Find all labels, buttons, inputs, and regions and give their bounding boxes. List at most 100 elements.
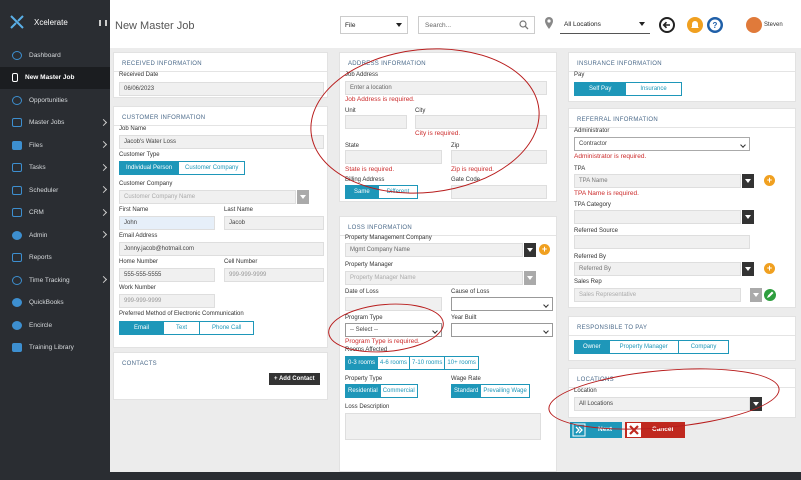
referred-by-field[interactable]: Referred By xyxy=(574,262,741,276)
referred-by-dropdown[interactable] xyxy=(742,262,754,276)
sidebar-item-quickbooks[interactable]: QuickBooks xyxy=(0,292,110,315)
customer-company-field[interactable]: Customer Company Name xyxy=(119,190,296,204)
sales-rep-dropdown[interactable] xyxy=(750,288,762,302)
work-number-field[interactable]: 999-999-9999 xyxy=(119,294,215,308)
referred-source-label: Referred Source xyxy=(574,228,619,234)
received-date-field[interactable]: 06/06/2023 xyxy=(119,82,324,96)
email-label: Email Address xyxy=(119,233,158,239)
sidebar-item-time-tracking[interactable]: Time Tracking xyxy=(0,269,110,292)
property-manager-option[interactable]: Property Manager xyxy=(609,341,679,353)
caret-down-icon xyxy=(396,23,402,27)
add-tpa-icon[interactable]: + xyxy=(764,175,775,186)
company-option[interactable]: Company xyxy=(678,341,729,353)
customer-company-dropdown[interactable] xyxy=(297,190,309,204)
sidebar-item-admin[interactable]: Admin xyxy=(0,224,110,247)
brand[interactable]: Xcelerate xyxy=(0,0,110,44)
sidebar-item-new-master-job[interactable]: New Master Job xyxy=(0,66,110,89)
back-button[interactable] xyxy=(659,17,675,33)
sidebar-item-training-library[interactable]: Training Library xyxy=(0,337,110,360)
sidebar-item-master-jobs[interactable]: Master Jobs xyxy=(0,112,110,135)
pm-company-dropdown[interactable] xyxy=(524,243,536,257)
sidebar-item-reports[interactable]: Reports xyxy=(0,247,110,270)
rooms-affected-toggle: 0-3 rooms 4-6 rooms 7-10 rooms 10+ rooms xyxy=(345,356,479,370)
administrator-label: Administrator xyxy=(574,128,610,134)
individual-person-option[interactable]: Individual Person xyxy=(120,162,180,174)
standard-wage-option[interactable]: Standard xyxy=(452,385,482,397)
sidebar-item-files[interactable]: Files xyxy=(0,134,110,157)
tpa-error: TPA Name is required. xyxy=(574,190,639,197)
insurance-panel: INSURANCE INFORMATION Pay Self Pay Insur… xyxy=(568,52,796,102)
email-field[interactable]: Jonny.jacob@hotmail.com xyxy=(119,242,324,256)
add-referred-by-icon[interactable]: + xyxy=(764,263,775,274)
property-manager-dropdown[interactable] xyxy=(524,271,536,285)
sidebar-item-opportunities[interactable]: Opportunities xyxy=(0,89,110,112)
rooms-0-3-option[interactable]: 0-3 rooms xyxy=(346,357,379,369)
sidebar-item-scheduler[interactable]: Scheduler xyxy=(0,179,110,202)
rooms-4-6-option[interactable]: 4-6 rooms xyxy=(378,357,411,369)
self-pay-option[interactable]: Self Pay xyxy=(575,83,627,95)
customer-heading: CUSTOMER INFORMATION xyxy=(114,107,327,126)
location-pin-icon xyxy=(545,17,553,29)
add-contact-button[interactable]: + Add Contact xyxy=(269,373,320,385)
year-built-select[interactable] xyxy=(451,323,553,337)
last-name-field[interactable]: Jacob xyxy=(224,216,324,230)
contacts-heading: CONTACTS xyxy=(122,361,157,367)
rooms-7-10-option[interactable]: 7-10 rooms xyxy=(410,357,446,369)
tpa-dropdown[interactable] xyxy=(742,174,754,188)
tpa-category-field[interactable] xyxy=(574,210,741,224)
property-manager-field[interactable]: Property Manager Name xyxy=(345,271,523,285)
help-icon: ? xyxy=(709,19,721,31)
cell-number-field[interactable]: 999-999-9999 xyxy=(224,268,324,282)
responsible-heading: RESPONSIBLE TO PAY xyxy=(569,317,795,336)
property-manager-label: Property Manager xyxy=(345,262,394,268)
rooms-10-plus-option[interactable]: 10+ rooms xyxy=(445,357,478,369)
home-number-field[interactable]: 555-555-5555 xyxy=(119,268,215,282)
gate-code-field[interactable] xyxy=(451,185,547,199)
sales-rep-field[interactable]: Sales Representative xyxy=(574,288,741,302)
notifications-button[interactable] xyxy=(687,17,703,33)
wage-rate-label: Wage Rate xyxy=(451,376,481,382)
first-name-field[interactable]: John xyxy=(119,216,215,230)
cause-of-loss-select[interactable] xyxy=(451,297,553,311)
sales-rep-confirm-button[interactable] xyxy=(764,289,776,301)
tpa-category-dropdown[interactable] xyxy=(742,210,754,224)
phone-call-option[interactable]: Phone Call xyxy=(200,322,254,334)
referred-by-label: Referred By xyxy=(574,254,607,260)
search-input[interactable]: Search... xyxy=(418,16,535,34)
last-name-label: Last Name xyxy=(224,207,254,213)
insurance-option[interactable]: Insurance xyxy=(626,83,681,95)
loss-description-textarea[interactable] xyxy=(345,413,541,440)
tasks-icon xyxy=(12,163,22,173)
sidebar-item-tasks[interactable]: Tasks xyxy=(0,157,110,180)
sidebar-item-dashboard[interactable]: Dashboard xyxy=(0,44,110,67)
add-pm-company-icon[interactable]: + xyxy=(539,244,550,255)
commercial-option[interactable]: Commercial xyxy=(380,385,417,397)
location-select[interactable]: All Locations xyxy=(560,16,650,34)
chevron-right-icon xyxy=(99,275,108,284)
chevron-right-icon xyxy=(99,140,108,149)
prevailing-wage-option[interactable]: Prevailing Wage xyxy=(481,385,529,397)
text-option[interactable]: Text xyxy=(164,322,201,334)
file-select[interactable]: File xyxy=(340,16,408,34)
sidebar-item-crm[interactable]: CRM xyxy=(0,202,110,225)
job-name-field[interactable]: Jacob's Water Loss xyxy=(119,135,324,149)
email-option[interactable]: Email xyxy=(120,322,165,334)
encircle-icon xyxy=(12,320,22,330)
owner-option[interactable]: Owner xyxy=(575,341,610,353)
customer-type-label: Customer Type xyxy=(119,152,160,158)
collapse-sidebar-icon[interactable] xyxy=(99,20,107,26)
opportunities-icon xyxy=(12,95,22,105)
customer-company-option[interactable]: Customer Company xyxy=(179,162,245,174)
pm-company-field[interactable]: Mgmt Company Name xyxy=(345,243,523,257)
residential-option[interactable]: Residential xyxy=(346,385,381,397)
tpa-field[interactable]: TPA Name xyxy=(574,174,741,188)
sidebar-item-encircle[interactable]: Encircle xyxy=(0,314,110,337)
master-jobs-icon xyxy=(12,118,22,128)
avatar[interactable] xyxy=(746,17,762,33)
administrator-select[interactable]: Contractor xyxy=(574,137,750,151)
insurance-heading: INSURANCE INFORMATION xyxy=(569,53,795,72)
referred-source-field[interactable] xyxy=(574,235,750,249)
sidebar: Xcelerate Dashboard New Master Job Oppor… xyxy=(0,0,110,472)
help-button[interactable]: ? xyxy=(707,17,723,33)
first-name-label: First Name xyxy=(119,207,149,213)
